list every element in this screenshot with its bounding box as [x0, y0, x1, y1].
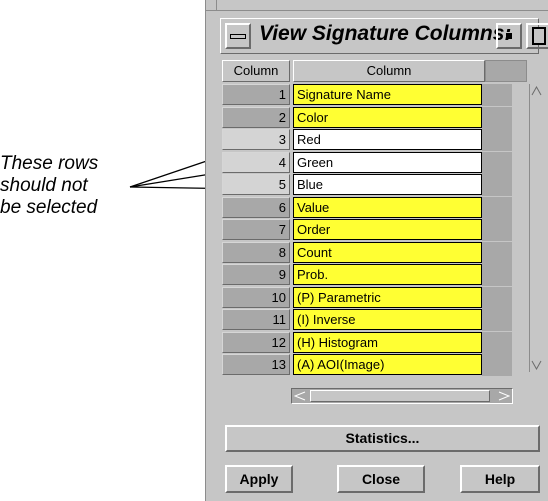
window-menu-button[interactable] [225, 23, 251, 49]
column-header-spare [485, 60, 527, 82]
maximize-button[interactable] [526, 23, 548, 49]
row-filler [482, 106, 512, 129]
annotation-line-1: These rows [0, 153, 99, 174]
row-filler [482, 151, 512, 174]
row-filler [482, 129, 512, 151]
minimize-icon [506, 33, 512, 39]
row-filler [482, 354, 512, 376]
window-menu-icon [230, 34, 246, 39]
row-filler [482, 286, 512, 309]
scroll-left-icon[interactable] [294, 391, 306, 401]
row-number[interactable]: 1 [222, 84, 290, 105]
column-name-cell[interactable]: (I) Inverse [293, 309, 482, 330]
table-row[interactable]: 1 Signature Name [222, 84, 527, 106]
view-signature-columns-dialog: View Signature Columns: Column Column 1S… [205, 0, 548, 501]
row-number[interactable]: 9 [222, 264, 290, 285]
table-row[interactable]: 11 (I) Inverse [222, 309, 527, 331]
table-row[interactable]: 7 Order [222, 219, 527, 241]
row-number[interactable]: 2 [222, 106, 290, 128]
table-row[interactable]: 9 Prob. [222, 264, 527, 286]
column-name-cell[interactable]: Order [293, 219, 482, 240]
column-name-cell[interactable]: Prob. [293, 264, 482, 285]
column-name-cell[interactable]: Green [293, 151, 482, 173]
close-button[interactable]: Close [337, 465, 425, 493]
column-name-cell[interactable]: Red [293, 129, 482, 150]
table-row[interactable]: 10 (P) Parametric [222, 286, 527, 309]
table-row[interactable]: 6 Value [222, 196, 527, 219]
row-filler [482, 219, 512, 241]
statistics-button[interactable]: Statistics... [225, 425, 540, 452]
column-name-cell[interactable]: Count [293, 241, 482, 263]
scroll-up-icon[interactable] [531, 86, 542, 96]
row-number[interactable]: 13 [222, 354, 290, 375]
title-bar[interactable]: View Signature Columns: [220, 18, 548, 54]
column-name-cell[interactable]: (H) Histogram [293, 331, 482, 353]
table-row[interactable]: 12 (H) Histogram [222, 331, 527, 354]
table-row[interactable]: 3 Red [222, 129, 527, 151]
help-button[interactable]: Help [460, 465, 540, 493]
apply-button[interactable]: Apply [225, 465, 293, 493]
row-number[interactable]: 3 [222, 129, 290, 150]
row-number[interactable]: 5 [222, 174, 290, 195]
column-name-cell[interactable]: Blue [293, 174, 482, 195]
table-row[interactable]: 4 Green [222, 151, 527, 174]
column-header-name[interactable]: Column [293, 60, 485, 82]
column-name-cell[interactable]: Signature Name [293, 84, 482, 105]
row-filler [482, 84, 512, 106]
table-row[interactable]: 5 Blue [222, 174, 527, 196]
row-number[interactable]: 8 [222, 241, 290, 263]
row-filler [482, 264, 512, 286]
row-number[interactable]: 4 [222, 151, 290, 173]
row-number[interactable]: 10 [222, 286, 290, 308]
row-number[interactable]: 7 [222, 219, 290, 240]
minimize-button[interactable] [496, 23, 522, 49]
scroll-down-icon[interactable] [531, 360, 542, 370]
table-row[interactable]: 8 Count [222, 241, 527, 264]
scroll-right-icon[interactable] [498, 391, 510, 401]
annotation-line-2: should not [0, 175, 88, 196]
horizontal-scroll-thumb[interactable] [310, 390, 490, 402]
maximize-icon [532, 27, 546, 45]
column-name-cell[interactable]: (P) Parametric [293, 286, 482, 308]
row-filler [482, 331, 512, 354]
row-filler [482, 196, 512, 219]
row-number[interactable]: 12 [222, 331, 290, 353]
vertical-scrollbar[interactable] [529, 84, 543, 372]
table-row[interactable]: 2 Color [222, 106, 527, 129]
table-row[interactable]: 13 (A) AOI(Image) [222, 354, 527, 376]
row-filler [482, 309, 512, 331]
row-filler [482, 174, 512, 196]
column-name-cell[interactable]: Color [293, 106, 482, 128]
row-number[interactable]: 6 [222, 196, 290, 218]
annotation-line-3: be selected [0, 197, 98, 218]
row-number[interactable]: 11 [222, 309, 290, 330]
column-name-cell[interactable]: (A) AOI(Image) [293, 354, 482, 375]
row-filler [482, 241, 512, 264]
column-header-number[interactable]: Column [222, 60, 290, 82]
horizontal-scrollbar[interactable] [291, 388, 513, 404]
window-title: View Signature Columns: [259, 22, 512, 45]
annotation-callout: These rows should not be selected [0, 153, 200, 219]
column-name-cell[interactable]: Value [293, 196, 482, 218]
